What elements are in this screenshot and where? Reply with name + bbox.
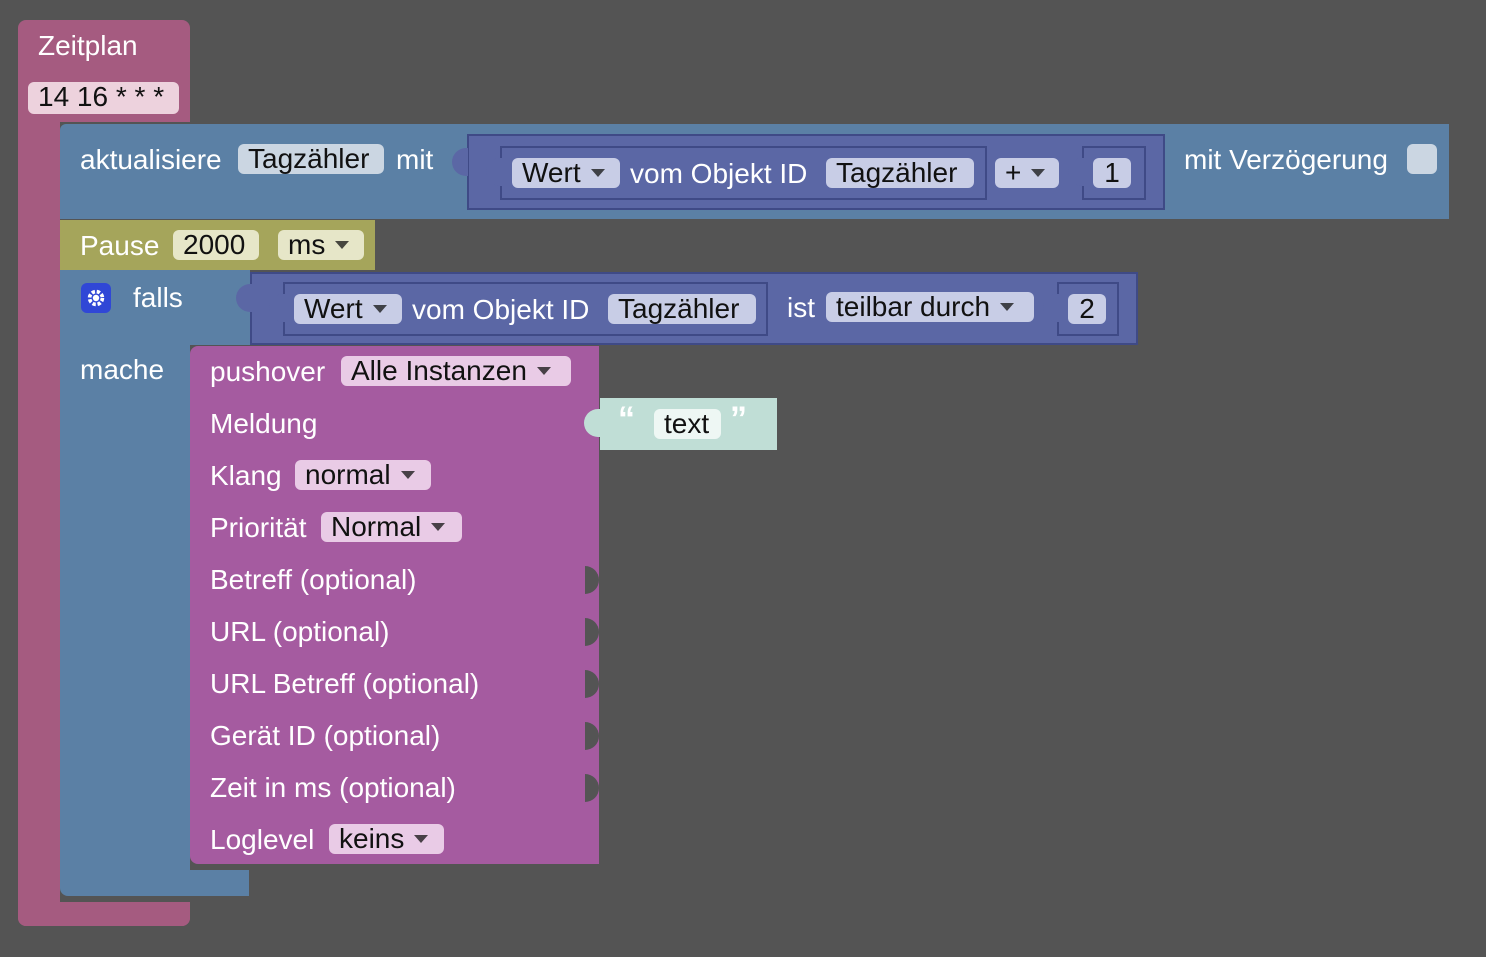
schedule-title: Zeitplan xyxy=(38,30,138,61)
url-label: URL (optional) xyxy=(210,616,390,647)
is-label: ist xyxy=(787,292,815,323)
loglevel-label: Loglevel xyxy=(210,824,315,855)
sound-dropdown[interactable]: normal xyxy=(295,460,431,490)
operand-field[interactable]: 1 xyxy=(1093,158,1131,188)
object-id-field[interactable]: Tagzähler xyxy=(826,158,974,188)
delay-checkbox[interactable] xyxy=(1407,144,1437,174)
message-text-field[interactable]: text xyxy=(654,409,721,439)
update-label: aktualisiere xyxy=(80,144,222,175)
settings-gear-icon[interactable] xyxy=(81,283,111,313)
device-label: Gerät ID (optional) xyxy=(210,720,441,751)
sound-label: Klang xyxy=(210,460,282,491)
update-with-label: mit xyxy=(396,144,434,175)
update-target-field[interactable]: Tagzähler xyxy=(238,144,384,174)
open-quote-icon: “ xyxy=(618,400,635,438)
condition-of-object-label: vom Objekt ID xyxy=(412,294,590,325)
condition-operand-field[interactable]: 2 xyxy=(1068,294,1106,324)
cron-field[interactable]: 14 16 * * * xyxy=(28,82,179,114)
do-label: mache xyxy=(80,354,165,385)
priority-label: Priorität xyxy=(210,512,307,543)
url-subject-label: URL Betreff (optional) xyxy=(210,668,480,699)
condition-value-dropdown[interactable]: Wert xyxy=(294,294,402,324)
value-dropdown[interactable]: Wert xyxy=(512,158,620,188)
of-object-label: vom Objekt ID xyxy=(630,158,808,189)
if-label: falls xyxy=(133,282,183,313)
condition-dropdown[interactable]: teilbar durch xyxy=(826,292,1034,322)
instance-dropdown[interactable]: Alle Instanzen xyxy=(341,356,571,386)
operator-dropdown[interactable]: + xyxy=(995,158,1059,188)
priority-dropdown[interactable]: Normal xyxy=(321,512,462,542)
message-label: Meldung xyxy=(210,408,318,439)
delay-label: mit Verzögerung xyxy=(1184,144,1388,175)
loglevel-dropdown[interactable]: keins xyxy=(329,824,444,854)
pushover-label: pushover xyxy=(210,356,326,387)
gear-icon xyxy=(87,289,105,307)
close-quote-icon: ” xyxy=(730,400,747,438)
pause-label: Pause xyxy=(80,230,160,261)
pause-unit-dropdown[interactable]: ms xyxy=(278,230,364,260)
time-label: Zeit in ms (optional) xyxy=(210,772,456,803)
condition-object-id-field[interactable]: Tagzähler xyxy=(608,294,756,324)
pause-amount-field[interactable]: 2000 xyxy=(173,230,259,260)
subject-label: Betreff (optional) xyxy=(210,564,417,595)
